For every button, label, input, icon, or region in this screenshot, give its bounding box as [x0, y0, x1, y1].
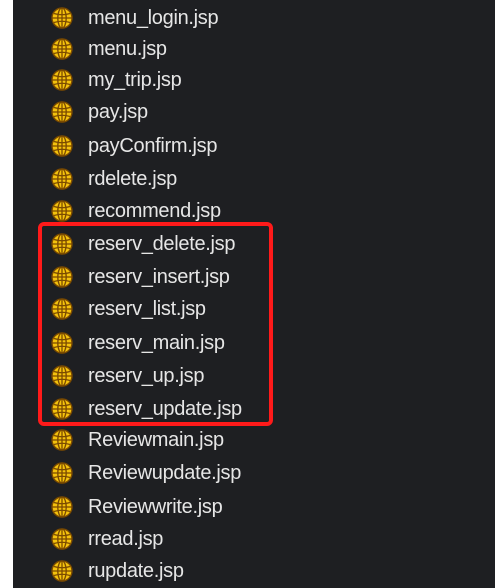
globe-icon [51, 135, 73, 157]
file-item-reviewmain[interactable]: Reviewmain.jsp [51, 424, 224, 456]
globe-icon [51, 101, 73, 123]
globe-icon [51, 332, 73, 354]
globe-icon [51, 398, 73, 420]
globe-icon [51, 69, 73, 91]
file-item-menu-login[interactable]: menu_login.jsp [51, 2, 219, 34]
file-name: reserv_insert.jsp [88, 266, 230, 288]
file-item-menu[interactable]: menu.jsp [51, 33, 167, 65]
file-item-reserv-delete[interactable]: reserv_delete.jsp [51, 228, 236, 260]
file-name: reserv_delete.jsp [88, 233, 236, 255]
globe-icon [51, 298, 73, 320]
file-item-reserv-main[interactable]: reserv_main.jsp [51, 327, 225, 359]
file-name: Reviewmain.jsp [88, 429, 224, 451]
project-explorer-panel: menu_login.jsp menu.jsp my_trip.jsp pay.… [13, 0, 495, 588]
file-name: rupdate.jsp [88, 560, 184, 582]
file-name: pay.jsp [88, 101, 148, 123]
file-item-reserv-list[interactable]: reserv_list.jsp [51, 293, 206, 325]
file-item-my-trip[interactable]: my_trip.jsp [51, 64, 182, 96]
file-item-recommend[interactable]: recommend.jsp [51, 195, 221, 227]
globe-icon [51, 462, 73, 484]
file-item-pay[interactable]: pay.jsp [51, 96, 148, 128]
file-name: recommend.jsp [88, 200, 221, 222]
file-item-reserv-up[interactable]: reserv_up.jsp [51, 360, 204, 392]
file-name: my_trip.jsp [88, 69, 182, 91]
globe-icon [51, 168, 73, 190]
file-name: menu_login.jsp [88, 7, 219, 29]
file-item-reserv-insert[interactable]: reserv_insert.jsp [51, 261, 230, 293]
globe-icon [51, 560, 73, 582]
file-item-reserv-update[interactable]: reserv_update.jsp [51, 393, 242, 425]
file-name: reserv_up.jsp [88, 365, 205, 387]
file-item-rread[interactable]: rread.jsp [51, 523, 163, 555]
globe-icon [51, 365, 73, 387]
file-name: rread.jsp [88, 528, 164, 550]
globe-icon [51, 266, 73, 288]
file-item-rupdate[interactable]: rupdate.jsp [51, 555, 184, 587]
file-item-pay-confirm[interactable]: payConfirm.jsp [51, 130, 217, 162]
file-name: Reviewupdate.jsp [88, 462, 242, 484]
file-name: reserv_update.jsp [88, 398, 242, 420]
globe-icon [51, 38, 73, 60]
file-name: reserv_list.jsp [88, 298, 206, 320]
globe-icon [51, 528, 73, 550]
file-name: menu.jsp [88, 38, 167, 60]
file-name: reserv_main.jsp [88, 332, 225, 354]
file-name: rdelete.jsp [88, 168, 177, 190]
globe-icon [51, 233, 73, 255]
globe-icon [51, 7, 73, 29]
globe-icon [51, 429, 73, 451]
file-item-reviewwrite[interactable]: Reviewwrite.jsp [51, 491, 223, 523]
globe-icon [51, 496, 73, 518]
file-name: Reviewwrite.jsp [88, 496, 223, 518]
left-margin [0, 0, 13, 588]
file-name: payConfirm.jsp [88, 135, 218, 157]
file-item-reviewupdate[interactable]: Reviewupdate.jsp [51, 457, 241, 489]
file-item-rdelete[interactable]: rdelete.jsp [51, 163, 177, 195]
globe-icon [51, 200, 73, 222]
